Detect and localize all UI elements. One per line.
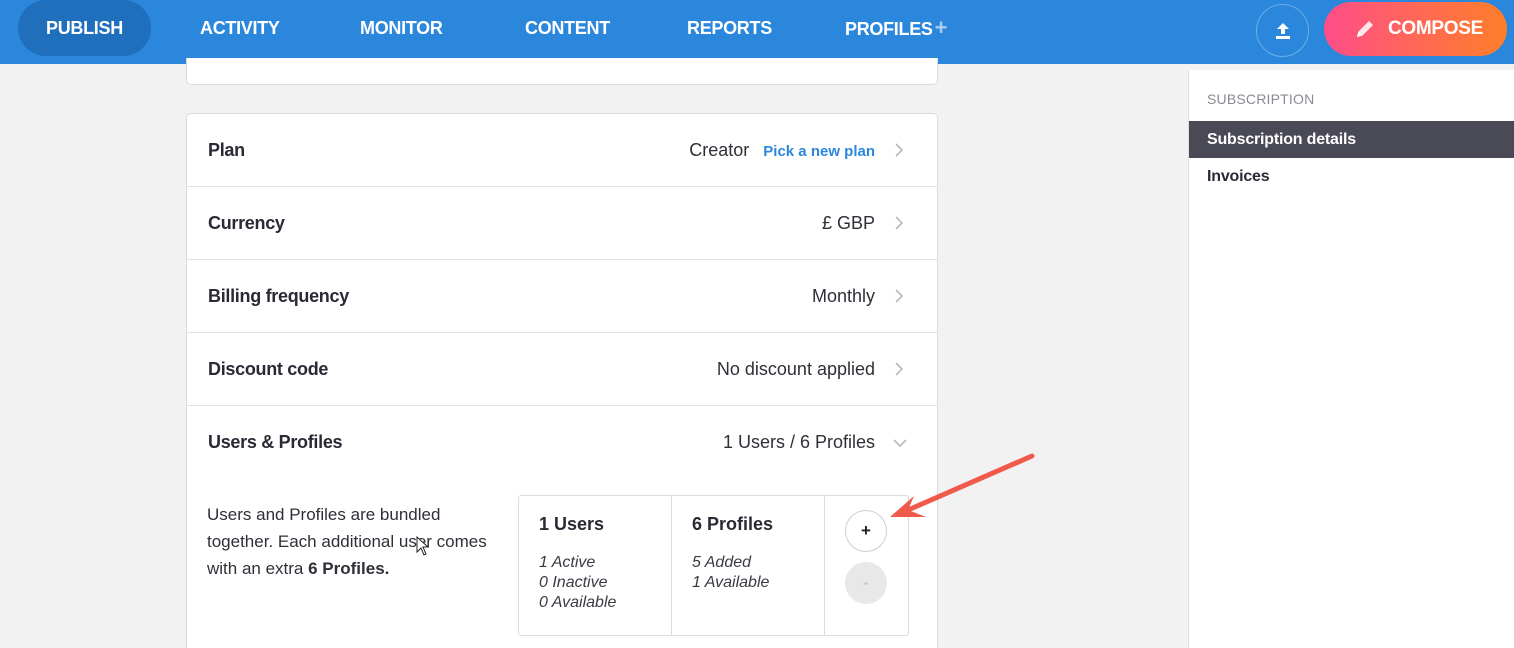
users-inactive: 0 Inactive [539,574,608,591]
plus-icon: + [934,15,948,40]
plan-label: Plan [208,140,245,160]
previous-card [186,58,938,85]
description-bold: 6 Profiles. [308,559,390,578]
nav-activity[interactable]: ACTIVITY [200,0,280,56]
discount-code-row[interactable]: Discount code No discount applied [187,333,937,406]
users-profiles-value: 1 Users / 6 Profiles [722,432,875,452]
chevron-right-icon [895,362,904,376]
nav-profiles[interactable]: PROFILES+ [845,0,947,56]
plan-value: Creator Pick a new plan [689,114,875,187]
chevron-right-icon [895,289,904,303]
compose-label: COMPOSE [1388,18,1484,39]
users-available: 0 Available [539,594,617,611]
pick-new-plan-link[interactable]: Pick a new plan [763,143,875,160]
top-navbar: PUBLISH ACTIVITY MONITOR CONTENT REPORTS… [0,0,1514,64]
nav-profiles-label: PROFILES [845,19,933,39]
mouse-cursor-icon [416,536,430,556]
users-profiles-row[interactable]: Users & Profiles 1 Users / 6 Profiles [187,406,937,479]
billing-frequency-value: Monthly [811,286,875,306]
pencil-icon [1354,18,1376,40]
users-profiles-label: Users & Profiles [208,432,343,452]
users-breakdown: 1 Active 0 Inactive 0 Available [539,553,616,613]
users-active: 1 Active [539,554,596,571]
upload-button[interactable] [1256,4,1309,57]
plan-name: Creator [689,140,750,160]
nav-content[interactable]: CONTENT [525,0,610,56]
currency-value: £ GBP [821,213,875,233]
profiles-breakdown: 5 Added 1 Available [692,553,769,593]
currency-row[interactable]: Currency £ GBP [187,187,937,260]
stepper-column: + - [825,496,908,635]
profiles-count: 6 Profiles [692,514,774,534]
chevron-right-icon [895,143,904,157]
add-user-button[interactable]: + [845,510,887,552]
chevron-down-icon [893,439,907,448]
sidebar-item-invoices[interactable]: Invoices [1189,158,1514,195]
profiles-column: 6 Profiles 5 Added 1 Available [672,496,825,635]
users-column: 1 Users 1 Active 0 Inactive 0 Available [519,496,672,635]
discount-code-label: Discount code [208,359,329,379]
profiles-available: 1 Available [692,574,770,591]
nav-publish[interactable]: PUBLISH [18,0,151,56]
remove-user-button[interactable]: - [845,562,887,604]
nav-monitor[interactable]: MONITOR [360,0,443,56]
billing-frequency-label: Billing frequency [208,286,349,306]
billing-frequency-row[interactable]: Billing frequency Monthly [187,260,937,333]
profiles-added: 5 Added [692,554,752,571]
sidebar-heading: SUBSCRIPTION [1207,91,1315,107]
users-count: 1 Users [539,514,605,534]
currency-label: Currency [208,213,285,233]
upload-icon [1275,22,1290,39]
subscription-sidebar: SUBSCRIPTION Subscription details Invoic… [1188,70,1514,648]
nav-reports[interactable]: REPORTS [687,0,772,56]
users-profiles-box: 1 Users 1 Active 0 Inactive 0 Available … [518,495,909,636]
compose-button[interactable]: COMPOSE [1324,2,1507,56]
subscription-card: Plan Creator Pick a new plan Currency £ G… [186,113,938,648]
sidebar-item-subscription-details[interactable]: Subscription details [1189,121,1514,158]
plan-row[interactable]: Plan Creator Pick a new plan [187,114,937,187]
discount-code-value: No discount applied [716,359,875,379]
users-profiles-description: Users and Profiles are bundled together.… [207,501,497,582]
chevron-right-icon [895,216,904,230]
